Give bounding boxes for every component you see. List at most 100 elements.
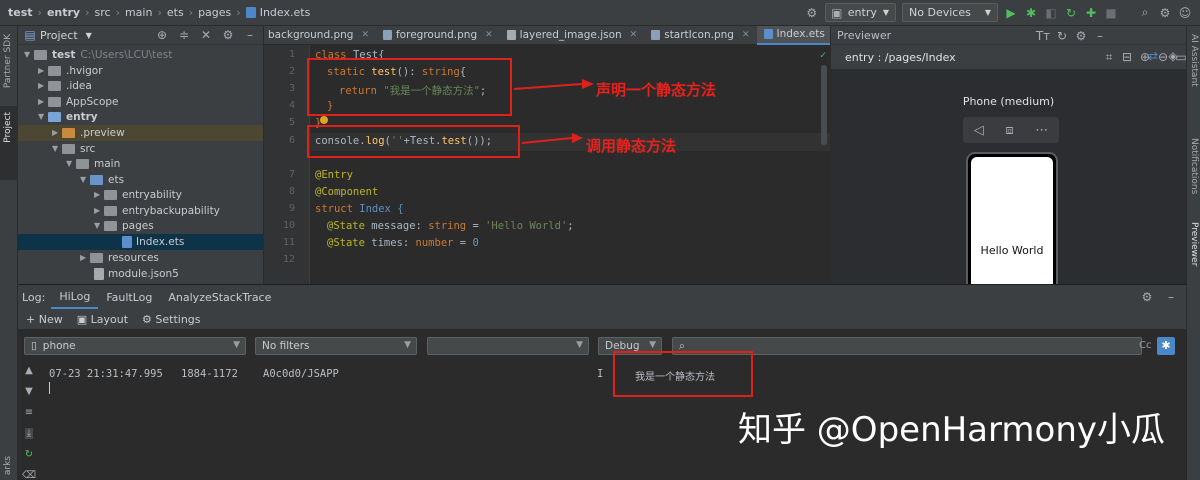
collapse-icon[interactable]: ≑ — [177, 28, 191, 42]
tab-background-png[interactable]: background.png ✕ — [264, 26, 376, 45]
zoom-in-icon[interactable]: ⊕ — [1138, 50, 1152, 64]
soft-wrap-icon[interactable]: ≡ — [25, 407, 33, 418]
close-icon[interactable]: ✕ — [485, 30, 493, 40]
tree-item-entry[interactable]: ▼ entry — [38, 109, 98, 125]
tree-item-entrybackupability[interactable]: ▶ entrybackupability — [94, 203, 220, 219]
minimize-icon[interactable]: – — [243, 28, 257, 42]
restart-icon[interactable]: ↻ — [25, 449, 33, 460]
ets-file-icon — [763, 29, 773, 39]
search-icon[interactable]: ⌕ — [1138, 5, 1152, 20]
regex-icon[interactable]: ✱ — [1157, 337, 1175, 355]
stop-icon[interactable]: ■ — [1104, 6, 1118, 20]
gear-icon[interactable]: ⚙ — [1074, 29, 1088, 43]
close-icon[interactable]: ✕ — [199, 28, 213, 42]
phone-screen[interactable]: Hello World — [971, 157, 1053, 297]
clear-icon[interactable]: ⌫ — [22, 470, 36, 480]
run-config-select[interactable]: ▣ entry ▼ — [824, 3, 897, 22]
tree-item-resources[interactable]: ▶ resources — [80, 250, 159, 266]
chevron-right-icon: ▶ — [94, 206, 101, 216]
fit-screen-icon[interactable]: ⌗ — [1102, 50, 1116, 64]
chevron-right-icon: ▶ — [38, 97, 45, 107]
tree-item-pages[interactable]: ▼ pages — [94, 218, 154, 234]
tab-analyzestacktrace[interactable]: AnalyzeStackTrace — [160, 285, 279, 309]
tree-item-main[interactable]: ▼ main — [66, 156, 120, 172]
breadcrumb-root[interactable]: test — [8, 6, 33, 19]
tree-item-label: src — [80, 142, 96, 155]
settings-icon[interactable]: ⚙ — [1158, 6, 1172, 20]
chevron-down-icon[interactable]: ▼ — [86, 31, 92, 40]
process-filter-select[interactable]: No filters ▼ — [255, 337, 417, 355]
rotate-back-icon[interactable]: ◁ — [974, 123, 984, 138]
breadcrumb-src[interactable]: src — [95, 6, 111, 19]
fold-icon[interactable]: ⧈ — [1005, 123, 1013, 138]
scroll-up-icon[interactable]: ▲ — [25, 365, 33, 376]
tree-root-path: C:\Users\LCU\test — [80, 48, 173, 61]
debug-icon[interactable]: ✱ — [1024, 6, 1038, 20]
tree-item-preview[interactable]: ▶ .preview — [18, 125, 263, 141]
scroll-to-end-icon[interactable]: ⤓ — [24, 428, 34, 439]
profile-icon[interactable]: ◧ — [1044, 6, 1058, 20]
ruler-icon[interactable]: ⊟ — [1120, 50, 1134, 64]
project-tool-tab[interactable]: Project — [3, 112, 13, 143]
tree-item-module-json5[interactable]: module.json5 — [94, 266, 179, 282]
match-case-toggle[interactable]: Cc — [1139, 340, 1151, 351]
device-filter-select[interactable]: ▯ phone ▼ — [24, 337, 246, 355]
text-size-icon[interactable]: Tт — [1036, 29, 1050, 43]
minimize-icon[interactable]: – — [1164, 290, 1178, 304]
bookmarks-tool-tab[interactable]: arks — [3, 456, 13, 475]
close-icon[interactable]: ✕ — [361, 30, 369, 40]
tab-starticon-png[interactable]: startIcon.png ✕ — [644, 26, 756, 45]
breadcrumb-pages[interactable]: pages — [198, 6, 231, 19]
settings-button[interactable]: ⚙ Settings — [142, 313, 201, 326]
tab-foreground-png[interactable]: foreground.png ✕ — [376, 26, 500, 45]
tree-item-src[interactable]: ▼ src — [52, 141, 95, 157]
layout-button[interactable]: ▣ Layout — [77, 313, 128, 326]
run-icon[interactable]: ▶ — [1004, 6, 1018, 20]
project-view-selector[interactable]: Project — [40, 29, 78, 42]
project-panel-header: ▤ Project ▼ ⊕ ≑ ✕ ⚙ – — [18, 26, 263, 45]
breadcrumb-ets[interactable]: ets — [167, 6, 184, 19]
tree-item-appscope[interactable]: ▶ AppScope — [38, 94, 119, 110]
package-filter-select[interactable]: ▼ — [427, 337, 589, 355]
tree-root[interactable]: ▼ test C:\Users\LCU\test — [24, 47, 172, 63]
minimize-icon[interactable]: – — [1093, 29, 1107, 43]
image-file-icon — [651, 30, 661, 40]
refresh-icon[interactable]: ↻ — [1055, 29, 1069, 43]
gear-icon[interactable]: ⚙ — [805, 6, 819, 20]
breadcrumb-entry[interactable]: entry — [47, 6, 80, 19]
locate-icon[interactable]: ⊕ — [155, 28, 169, 42]
rerun-icon[interactable]: ↻ — [1064, 6, 1078, 20]
scroll-down-icon[interactable]: ▼ — [25, 386, 33, 397]
close-icon[interactable]: ✕ — [742, 30, 750, 40]
tree-item-idea[interactable]: ▶ .idea — [38, 78, 92, 94]
attach-debugger-icon[interactable]: ✚ — [1084, 6, 1098, 20]
partner-sdk-tool-tab[interactable]: Partner SDK — [3, 34, 13, 88]
tree-item-ets[interactable]: ▼ ets — [80, 172, 124, 188]
tree-item-label: Index.ets — [136, 235, 185, 248]
device-filter-value: phone — [42, 340, 76, 352]
chevron-down-icon: ▼ — [882, 8, 890, 17]
gear-icon[interactable]: ⚙ — [221, 28, 235, 42]
zoom-out-icon[interactable]: ⊖ — [1156, 50, 1170, 64]
tree-item-label: .preview — [80, 126, 125, 139]
previewer-tool-tab[interactable]: Previewer — [1189, 222, 1199, 266]
tree-item-hvigor[interactable]: ▶ .hvigor — [38, 63, 103, 79]
more-icon[interactable]: ⋯ — [1035, 123, 1048, 138]
code-line-9: @Component — [315, 186, 379, 198]
tab-faultlog[interactable]: FaultLog — [98, 285, 160, 309]
ai-assistant-tool-tab[interactable]: AI Assistant — [1189, 34, 1199, 87]
editor-scrollbar[interactable] — [821, 65, 827, 145]
annotation-label-call: 调用静态方法 — [586, 137, 677, 155]
gear-icon[interactable]: ⚙ — [1140, 290, 1154, 304]
user-icon[interactable]: ☺ — [1178, 6, 1192, 20]
tab-hilog[interactable]: HiLog — [51, 285, 99, 309]
tree-item-index-ets[interactable]: Index.ets — [18, 234, 263, 250]
tab-layered-image-json[interactable]: layered_image.json ✕ — [500, 26, 645, 45]
new-log-button[interactable]: + New — [26, 313, 63, 326]
tree-item-entryability[interactable]: ▶ entryability — [94, 187, 182, 203]
device-select[interactable]: No Devices ▼ — [902, 3, 998, 22]
breadcrumb-main[interactable]: main — [125, 6, 152, 19]
notifications-tool-tab[interactable]: Notifications — [1189, 138, 1199, 194]
close-icon[interactable]: ✕ — [630, 30, 638, 40]
breadcrumb-file[interactable]: Index.ets — [260, 6, 311, 19]
